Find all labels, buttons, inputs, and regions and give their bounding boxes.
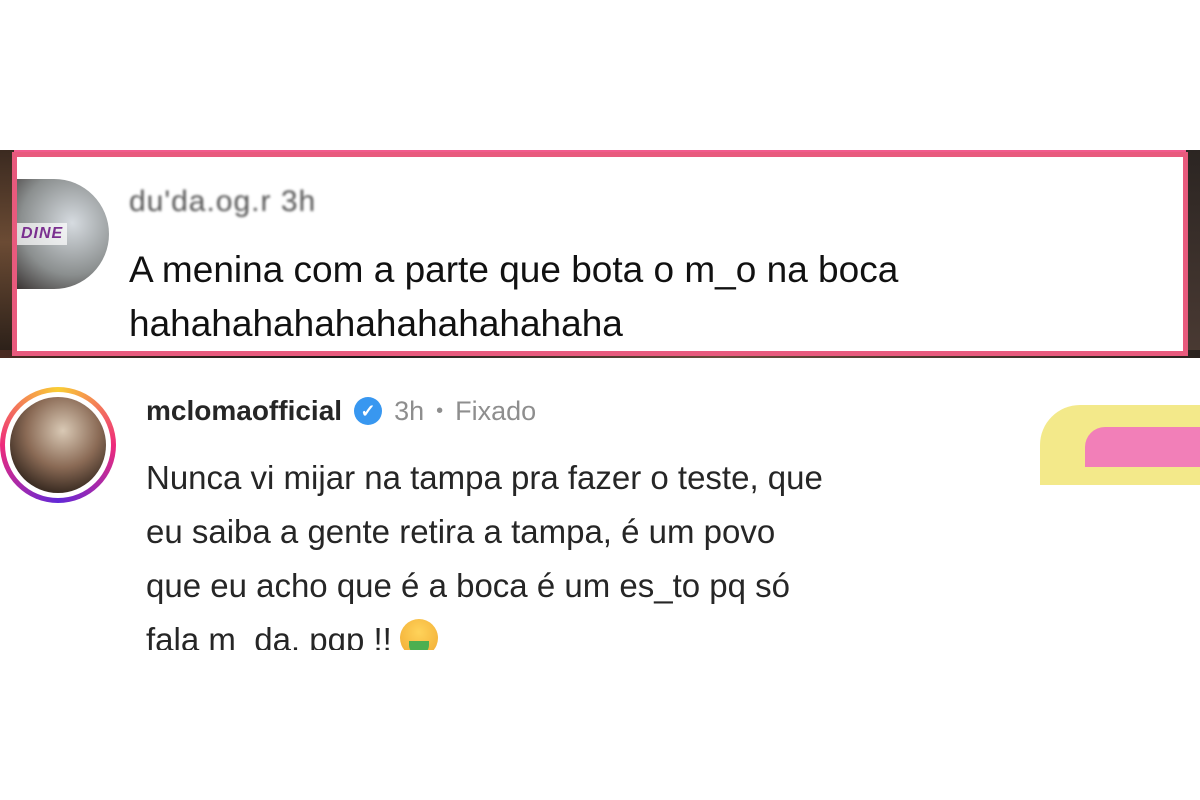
- pinned-comment: mcloma​official ✓ 3h • Fixado Nunca vi m…: [0, 365, 1200, 650]
- comment-username[interactable]: mcloma​official: [146, 395, 342, 427]
- avatar-ring-inner: [5, 392, 111, 498]
- corner-sticker-inner: [1085, 427, 1200, 467]
- quoted-text-line: A menina com a parte que bota o m_o na b…: [129, 249, 899, 290]
- comment-text-line-last: fala m_da, pqp !!: [146, 613, 1106, 650]
- nauseated-face-emoji-icon: [399, 619, 438, 650]
- quoted-username[interactable]: du'da.og.r 3h: [129, 185, 316, 219]
- comment-text-line: Nunca vi mijar na tampa pra fazer o test…: [146, 459, 823, 496]
- quoted-avatar[interactable]: DINE: [17, 179, 109, 289]
- quoted-comment-card: DINE du'da.og.r 3h A menina com a parte …: [12, 152, 1188, 356]
- comment-time: 3h: [394, 395, 425, 426]
- comment-screenshot: DINE du'da.og.r 3h A menina com a parte …: [0, 150, 1200, 650]
- avatar-story-ring[interactable]: [0, 387, 116, 503]
- avatar: [10, 397, 106, 493]
- avatar-label: DINE: [17, 223, 68, 245]
- pinned-label: Fixado: [455, 395, 537, 426]
- quoted-comment-text: A menina com a parte que bota o m_o na b…: [129, 243, 1189, 351]
- comment-text-line: fala m_da, pqp !!: [146, 621, 392, 650]
- comment-text: Nunca vi mijar na tampa pra fazer o test…: [146, 451, 1106, 650]
- verified-badge-icon: ✓: [354, 397, 383, 425]
- comment-text-line: que eu acho que é a boca é um es_to pq s…: [146, 567, 790, 604]
- comment-text-line: eu saiba a gente retira a tampa, é um po…: [146, 513, 776, 550]
- comment-header: mcloma​official ✓ 3h • Fixado: [146, 395, 536, 427]
- meta-separator: •: [436, 399, 444, 422]
- quoted-text-line: hahahahahahahahahahahaha: [129, 303, 623, 344]
